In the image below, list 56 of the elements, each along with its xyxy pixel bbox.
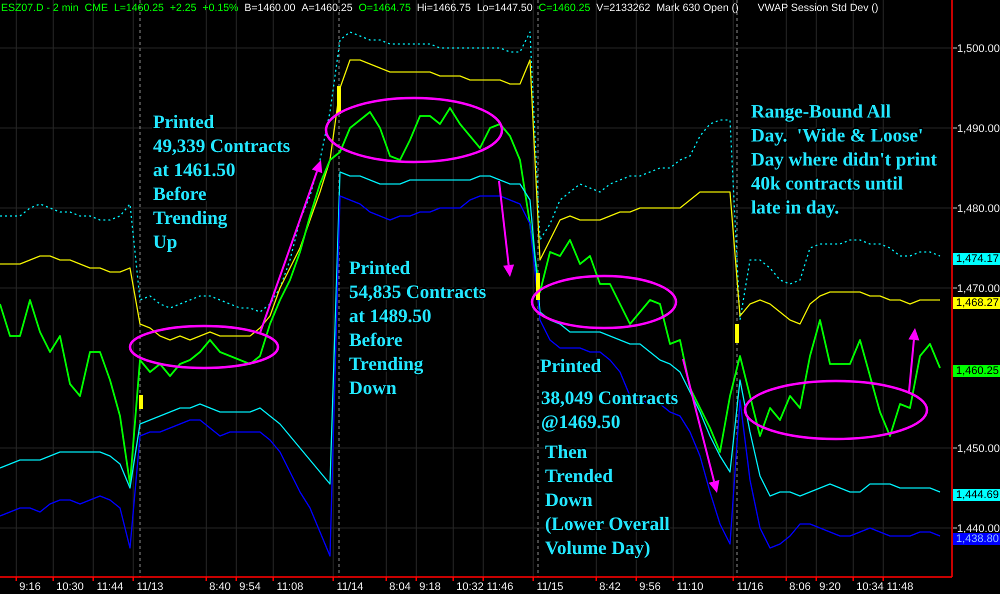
x-axis-label: 11/15	[536, 581, 564, 593]
quote-label: Lo=1447.50	[476, 1, 533, 15]
annotation-note: Printed 49,339 Contracts at 1461.50 Before Trending Up	[153, 112, 290, 253]
quote-label: A=1460.25	[301, 1, 353, 15]
x-axis-label: 9:16	[19, 581, 41, 593]
x-axis-label: 11:48	[886, 581, 914, 593]
y-axis-label: 1,500.00	[957, 43, 1000, 55]
quote-label: V=2133262	[596, 1, 650, 15]
quote-label: +2.25	[170, 1, 196, 15]
annotation-note: Then Trended Down (Lower Overall Volume Day)	[545, 442, 670, 559]
annotation-note: Range-Bound All Day. 'Wide & Loose' Day where didn't print 40k contracts until late in day.	[751, 102, 937, 218]
quote-label: Mark 630 Open ()	[656, 1, 739, 15]
y-axis-label: 1,480.00	[957, 203, 1000, 215]
open-marker	[139, 395, 143, 409]
trend-arrow	[908, 328, 920, 392]
price-tag: 1,468.27	[953, 297, 1000, 309]
x-axis-label: 10:32	[456, 581, 484, 593]
x-axis-label: 8:40	[209, 581, 231, 593]
quote-label: CME	[84, 1, 108, 15]
open-marker	[536, 273, 540, 300]
quote-label: O=1464.75	[358, 1, 411, 15]
x-axis-label: 11:46	[486, 581, 514, 593]
x-axis-label: 10:30	[56, 581, 84, 593]
quote-label: C=1460.25	[538, 1, 590, 15]
x-axis-label: 9:54	[239, 581, 261, 593]
y-axis-label: 1,470.00	[957, 283, 1000, 295]
x-axis-label: 8:42	[599, 581, 621, 593]
x-axis-label: 11/13	[136, 581, 164, 593]
price-tag: 1,474.17	[953, 253, 1000, 265]
annotation-note: Printed	[540, 356, 602, 377]
open-marker	[735, 324, 739, 343]
x-axis-label: 9:56	[639, 581, 661, 593]
quote-label: B=1460.00	[244, 1, 296, 15]
open-marker	[337, 86, 341, 114]
y-axis-label: 1,490.00	[957, 123, 1000, 135]
price-tag: 1,438.80	[953, 533, 1000, 545]
y-axis-label: 1,450.00	[957, 443, 1000, 455]
x-axis-label: 11:08	[276, 581, 304, 593]
quote-label: +0.15%	[202, 1, 238, 15]
quote-label: ESZ07.D - 2 min	[1, 1, 79, 15]
x-axis-label: 11:44	[96, 581, 124, 593]
y-axis-label: 1,440.00	[957, 523, 1000, 535]
price-tag: 1,460.25	[953, 365, 1000, 377]
quote-label: Hi=1466.75	[416, 1, 471, 15]
quote-label: L=1460.25	[114, 1, 164, 15]
x-axis-label: 11/16	[736, 581, 764, 593]
price-tag: 1,444.69	[953, 489, 1000, 501]
x-axis-label: 10:34	[856, 581, 884, 593]
x-axis-label: 9:18	[419, 581, 441, 593]
x-axis-label: 9:20	[819, 581, 841, 593]
annotation-note: Printed 54,835 Contracts at 1489.50 Before Trending Down	[349, 258, 486, 399]
study-label: VWAP Session Std Dev ()	[758, 1, 878, 15]
x-axis-label: 11:10	[676, 581, 704, 593]
x-axis-label: 8:04	[389, 581, 411, 593]
x-axis-label: 11/14	[336, 581, 364, 593]
x-axis-label: 8:06	[789, 581, 811, 593]
